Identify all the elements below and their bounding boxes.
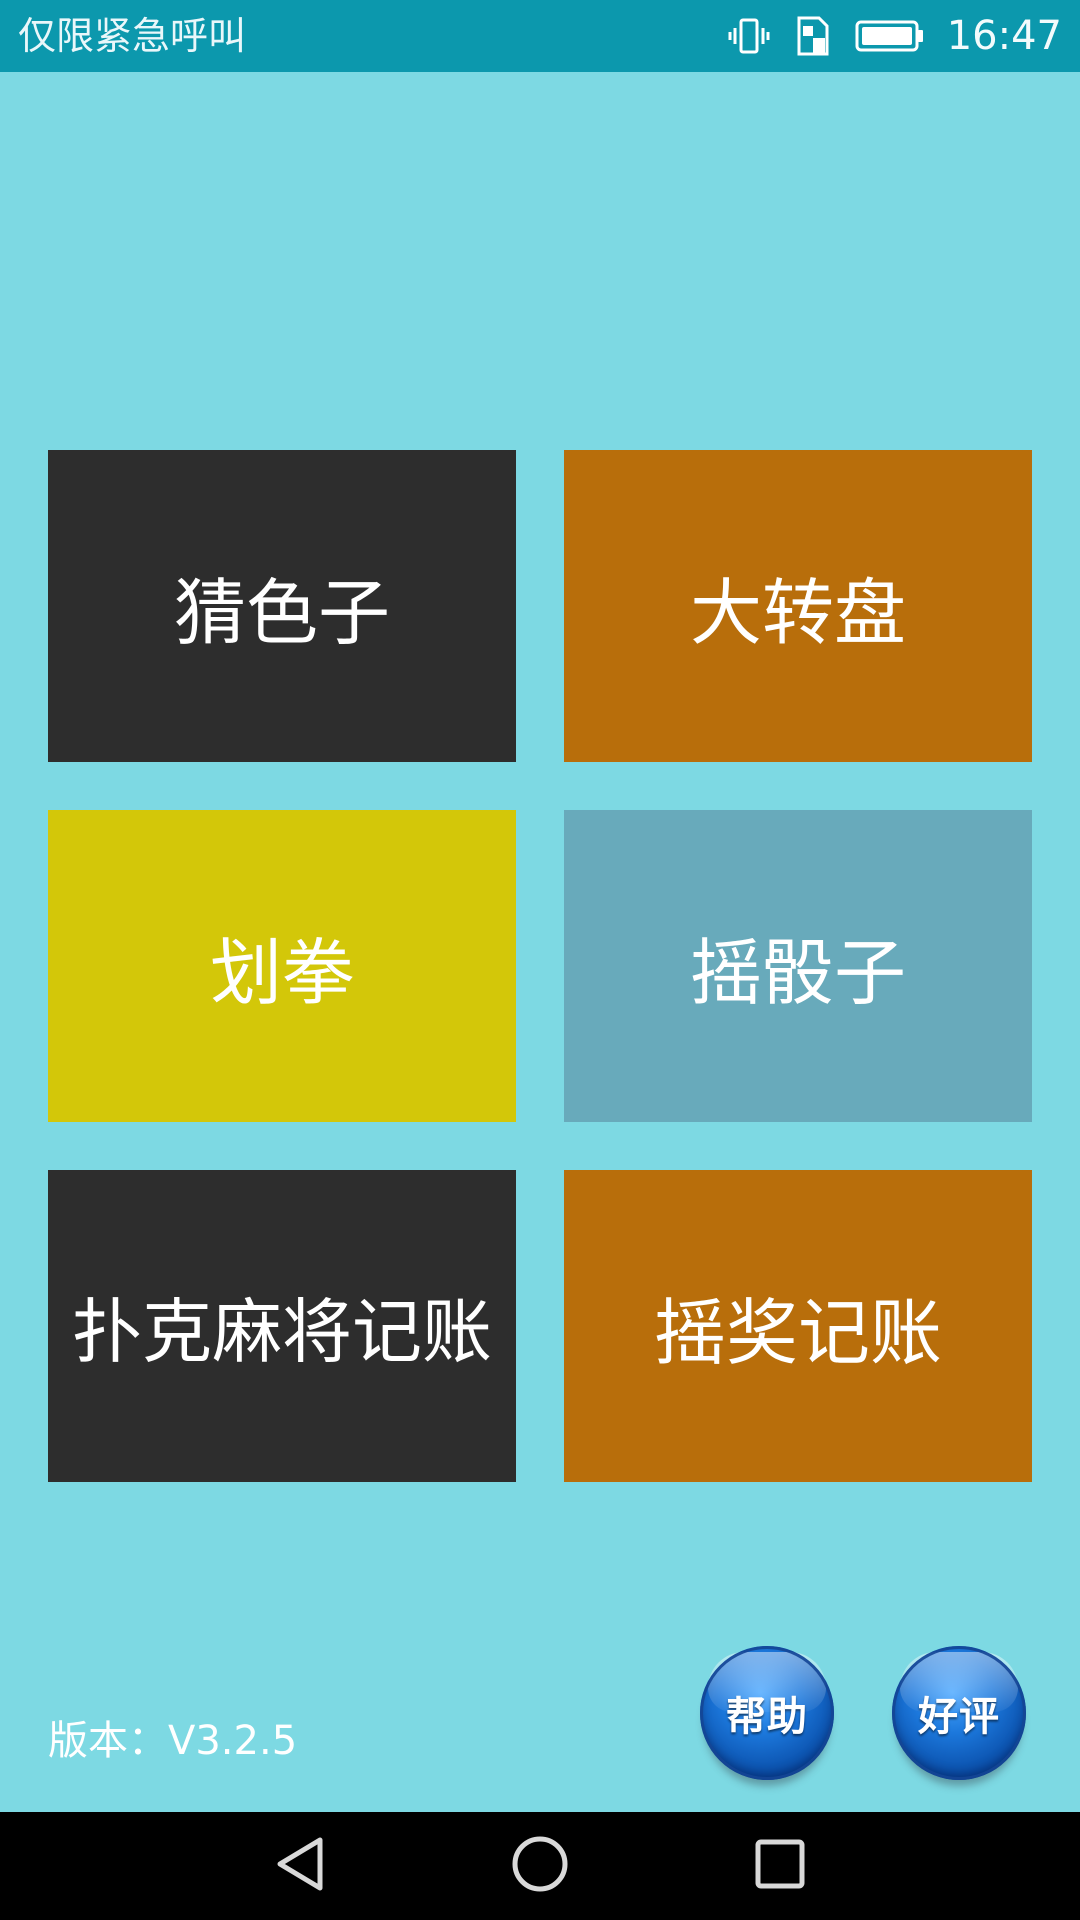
navigation-bar — [0, 1812, 1080, 1920]
status-bar: 仅限紧急呼叫 16:47 — [0, 0, 1080, 72]
home-button[interactable] — [510, 1836, 570, 1896]
vibrate-icon — [727, 14, 771, 58]
tile-poker-mahjong-ledger[interactable]: 扑克麻将记账 — [48, 1170, 516, 1482]
review-button-label: 好评 — [918, 1693, 1000, 1740]
recent-apps-button[interactable] — [750, 1836, 810, 1896]
help-button[interactable]: 帮助 — [700, 1646, 834, 1780]
tile-lottery-ledger[interactable]: 摇奖记账 — [564, 1170, 1032, 1482]
carrier-text: 仅限紧急呼叫 — [18, 14, 247, 58]
tile-guess-dice[interactable]: 猜色子 — [48, 450, 516, 762]
help-button-label: 帮助 — [726, 1693, 808, 1740]
back-icon — [272, 1834, 328, 1898]
review-button[interactable]: 好评 — [892, 1646, 1026, 1780]
tile-shake-dice[interactable]: 摇骰子 — [564, 810, 1032, 1122]
sim-card-icon — [793, 14, 833, 58]
clock: 16:47 — [946, 13, 1062, 59]
battery-icon — [855, 18, 925, 54]
home-icon — [510, 1834, 570, 1898]
status-icons: 16:47 — [727, 0, 1062, 72]
version-text: 版本：V3.2.5 — [48, 1718, 298, 1764]
tile-wheel[interactable]: 大转盘 — [564, 450, 1032, 762]
recent-apps-icon — [752, 1836, 808, 1896]
back-button[interactable] — [270, 1836, 330, 1896]
tile-finger-guessing[interactable]: 划拳 — [48, 810, 516, 1122]
